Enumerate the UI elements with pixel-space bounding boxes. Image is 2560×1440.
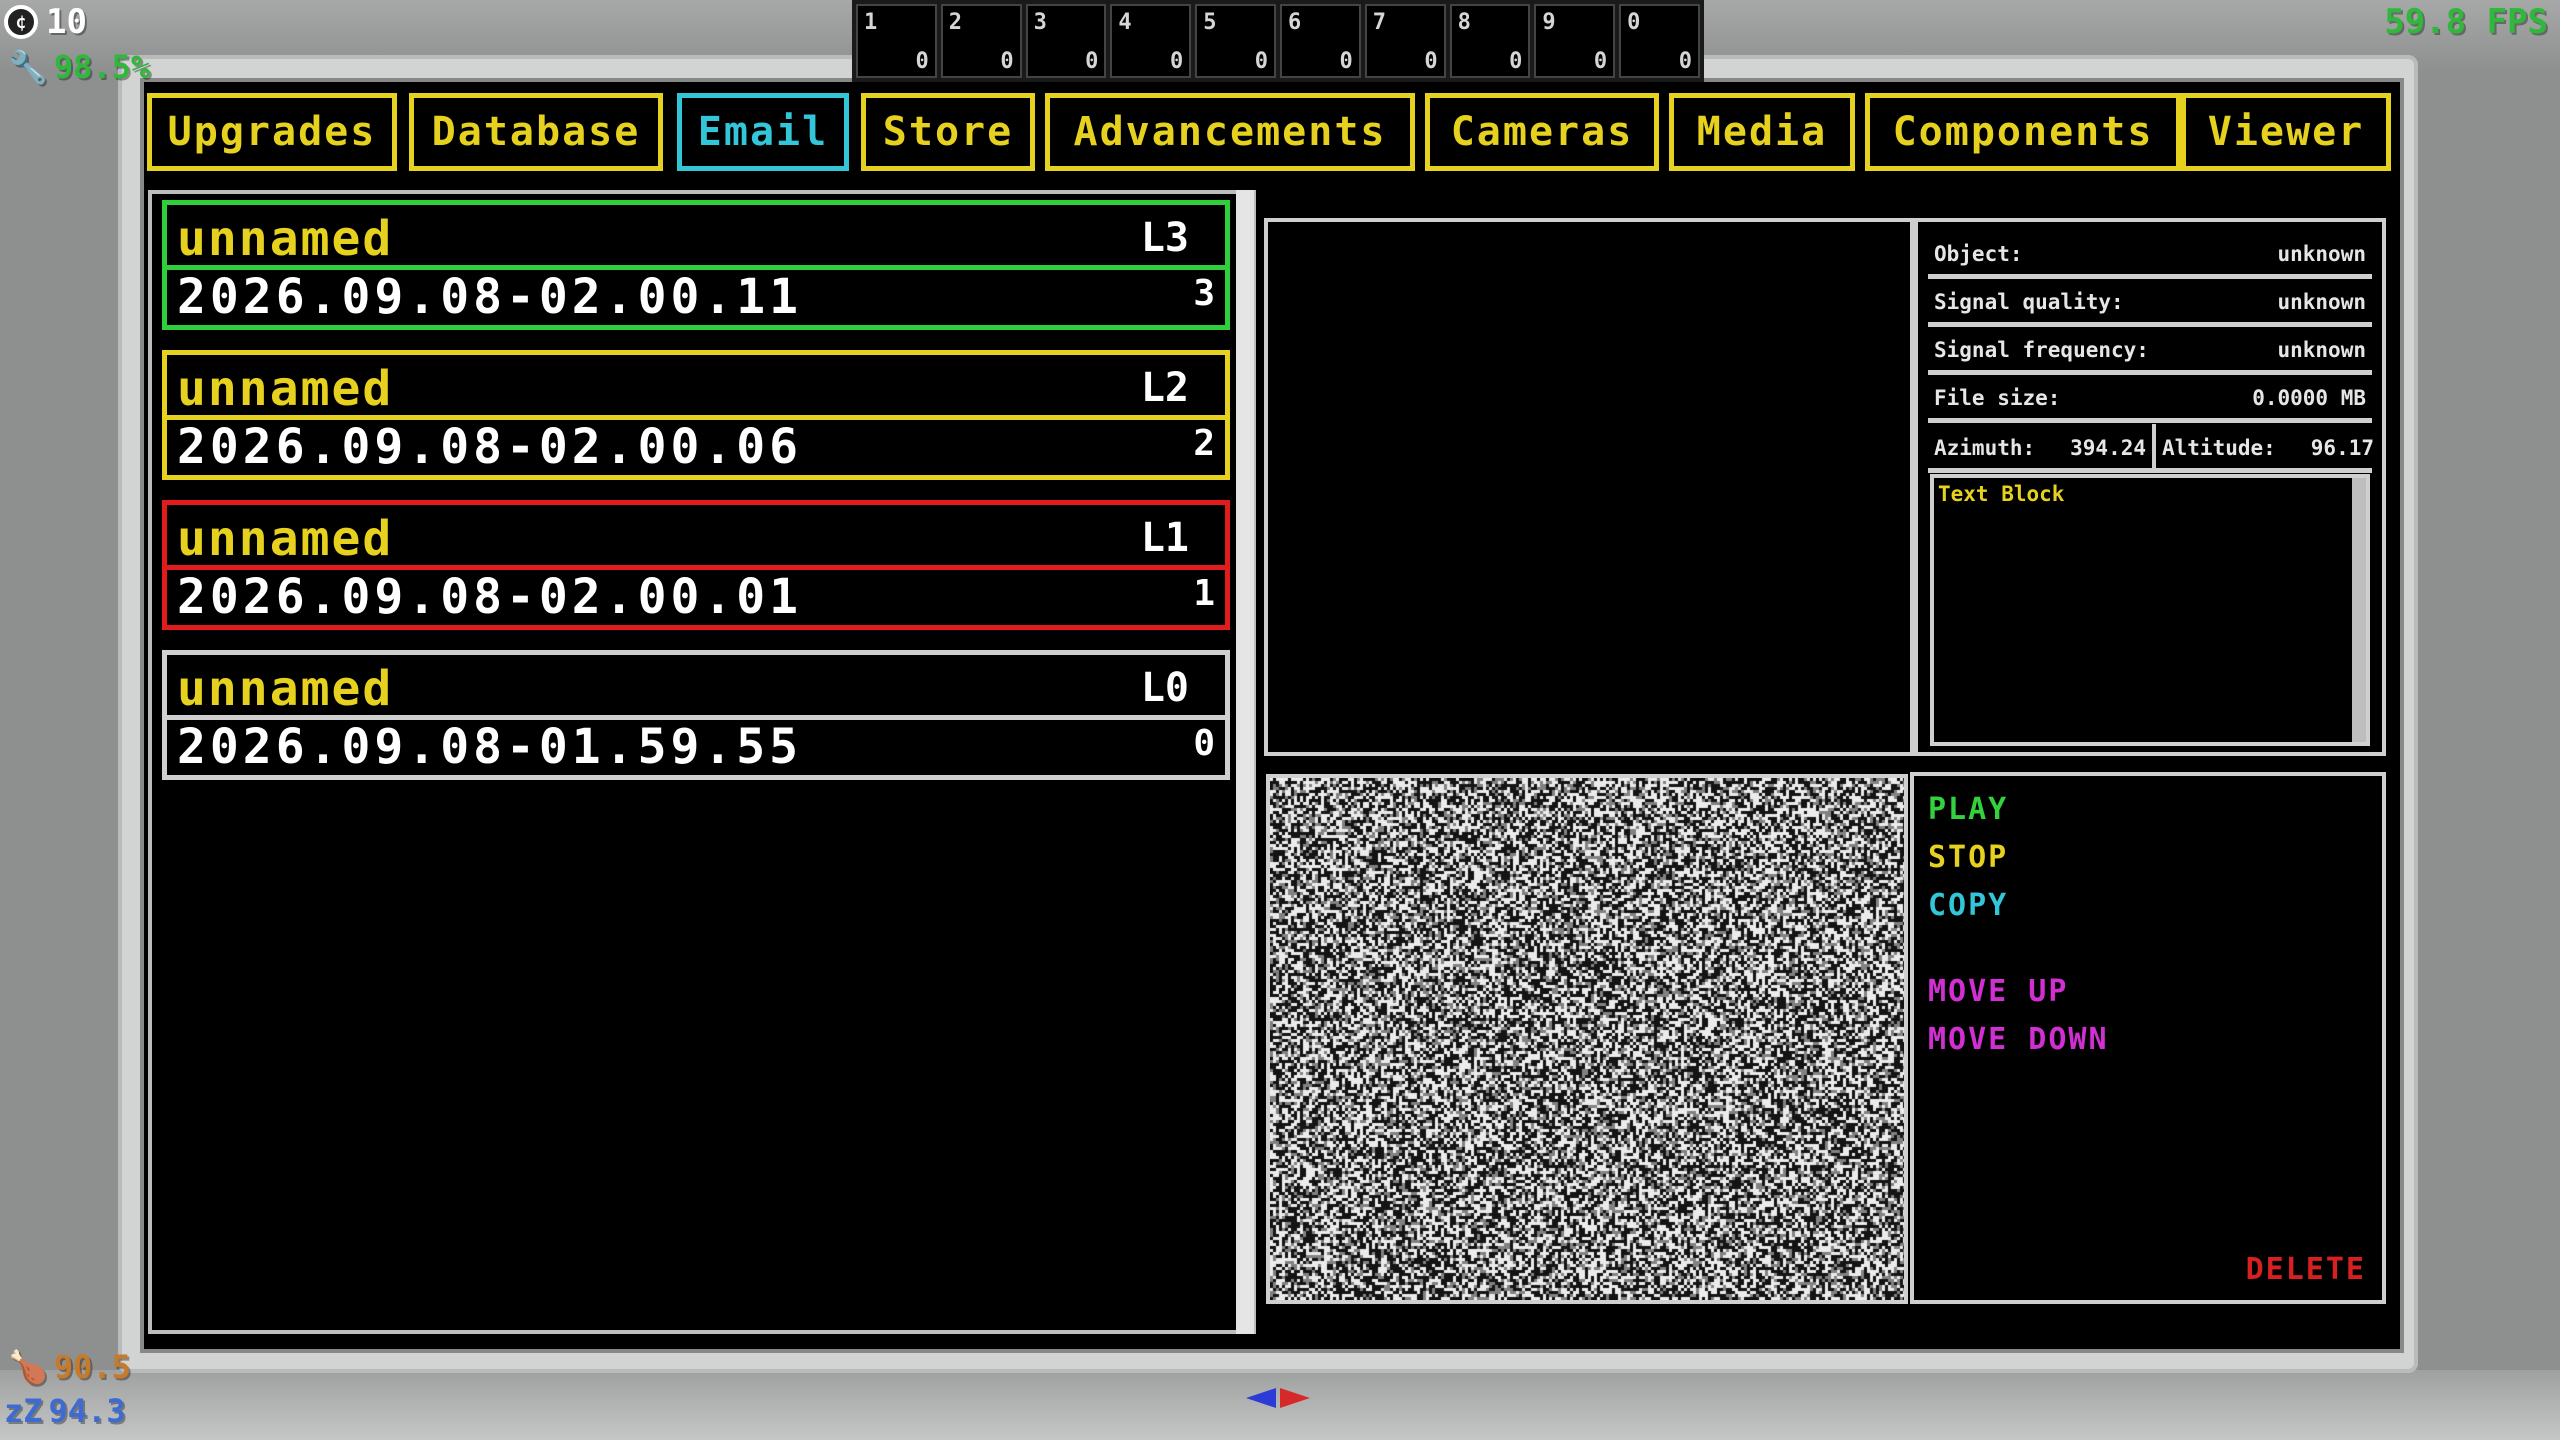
text-block[interactable]: Text Block — [1930, 474, 2370, 746]
wrench-icon: 🔧 — [8, 48, 48, 86]
tab-advancements[interactable]: Advancements — [1045, 93, 1415, 171]
move-up-button[interactable]: MOVE UP — [1928, 974, 2068, 1009]
email-item[interactable]: unnamed L3 2026.09.08-02.00.11 3 — [162, 200, 1230, 330]
info-altitude: Altitude: 96.17 — [2162, 436, 2374, 460]
tab-components[interactable]: Components — [1865, 93, 2181, 171]
email-index: 0 — [1193, 723, 1215, 764]
email-date: 2026.09.08-02.00.06 — [177, 419, 803, 475]
info-file-size-row: File size: 0.0000 MB — [1928, 374, 2372, 423]
hotbar-slot[interactable]: 00 — [1619, 4, 1700, 78]
play-button[interactable]: PLAY — [1928, 792, 2008, 827]
email-index: 3 — [1193, 273, 1215, 314]
tab-viewer[interactable]: Viewer — [2181, 93, 2391, 171]
food-icon: 🍗 — [8, 1348, 48, 1386]
email-level: L3 — [1140, 215, 1189, 261]
info-azimuth: Azimuth: 394.24 — [1928, 424, 2156, 468]
list-scrollbar[interactable] — [1236, 190, 1254, 1334]
hotbar-slot[interactable]: 30 — [1025, 4, 1107, 78]
tab-cameras[interactable]: Cameras — [1425, 93, 1659, 171]
tab-store[interactable]: Store — [861, 93, 1035, 171]
copy-button[interactable]: COPY — [1928, 888, 2008, 923]
sleep-value: 94.3 — [48, 1392, 126, 1430]
email-item[interactable]: unnamed L2 2026.09.08-02.00.06 2 — [162, 350, 1230, 480]
hotbar-slot[interactable]: 50 — [1195, 4, 1276, 78]
email-level: L2 — [1140, 365, 1189, 411]
credits-value: 10 — [46, 2, 87, 42]
health-indicator: 🔧 98.5% — [8, 48, 150, 86]
email-level: L0 — [1140, 665, 1189, 711]
main-tab-bar: Upgrades Database Email Store Advancemen… — [147, 93, 2397, 175]
credits-counter: ¢ 10 — [4, 2, 87, 42]
tab-email[interactable]: Email — [677, 93, 849, 171]
hotbar-slot[interactable]: 80 — [1449, 4, 1531, 78]
hotbar: 10 20 30 40 50 60 70 80 90 00 — [852, 0, 1704, 82]
email-subject: unnamed — [177, 511, 394, 567]
signal-image-view — [1264, 218, 1914, 756]
info-signal-quality-row: Signal quality: unknown — [1928, 278, 2372, 327]
info-coordinates-row: Azimuth: 394.24 Altitude: 96.17 — [1928, 424, 2374, 473]
hotbar-slot[interactable]: 70 — [1364, 4, 1446, 78]
email-date: 2026.09.08-01.59.55 — [177, 719, 803, 775]
sleep-icon: zZ — [4, 1392, 43, 1430]
email-list: unnamed L3 2026.09.08-02.00.11 3 unnamed… — [148, 190, 1256, 1334]
email-subject: unnamed — [177, 361, 394, 417]
email-item[interactable]: unnamed L0 2026.09.08-01.59.55 0 — [162, 650, 1230, 780]
tab-database[interactable]: Database — [409, 93, 663, 171]
info-object-row: Object: unknown — [1928, 230, 2372, 279]
food-value: 90.5 — [53, 1348, 131, 1386]
stop-button[interactable]: STOP — [1928, 840, 2008, 875]
static-noise-canvas — [1270, 778, 1904, 1300]
media-controls-panel: PLAY STOP COPY MOVE UP MOVE DOWN DELETE — [1910, 772, 2386, 1304]
text-block-label: Text Block — [1938, 482, 2065, 506]
email-date: 2026.09.08-02.00.11 — [177, 269, 803, 325]
info-signal-frequency-row: Signal frequency: unknown — [1928, 326, 2372, 375]
text-block-scrollbar[interactable] — [2352, 478, 2366, 742]
delete-button[interactable]: DELETE — [2246, 1252, 2366, 1287]
tab-upgrades[interactable]: Upgrades — [147, 93, 397, 171]
hotbar-slot[interactable]: 40 — [1110, 4, 1192, 78]
signal-static-view — [1266, 774, 1908, 1304]
email-index: 2 — [1193, 423, 1215, 464]
email-subject: unnamed — [177, 661, 394, 717]
email-level: L1 — [1140, 515, 1189, 561]
email-subject: unnamed — [177, 211, 394, 267]
coin-icon: ¢ — [4, 5, 38, 39]
hotbar-slot[interactable]: 10 — [856, 4, 937, 78]
email-date: 2026.09.08-02.00.01 — [177, 569, 803, 625]
signal-info-panel: Object: unknown Signal quality: unknown … — [1914, 218, 2386, 756]
email-item[interactable]: unnamed L1 2026.09.08-02.00.01 1 — [162, 500, 1230, 630]
sleep-indicator: zZ 94.3 — [4, 1392, 126, 1430]
health-value: 98.5% — [53, 48, 151, 86]
hotbar-slot[interactable]: 20 — [940, 4, 1022, 78]
hotbar-slot[interactable]: 60 — [1279, 4, 1361, 78]
hotbar-slot[interactable]: 90 — [1534, 4, 1616, 78]
compass-arrow-icon — [1246, 1388, 1310, 1408]
email-index: 1 — [1193, 573, 1215, 614]
fps-counter: 59.8 FPS — [2384, 2, 2548, 42]
tab-media[interactable]: Media — [1669, 93, 1855, 171]
food-indicator: 🍗 90.5 — [8, 1348, 131, 1386]
move-down-button[interactable]: MOVE DOWN — [1928, 1022, 2109, 1057]
